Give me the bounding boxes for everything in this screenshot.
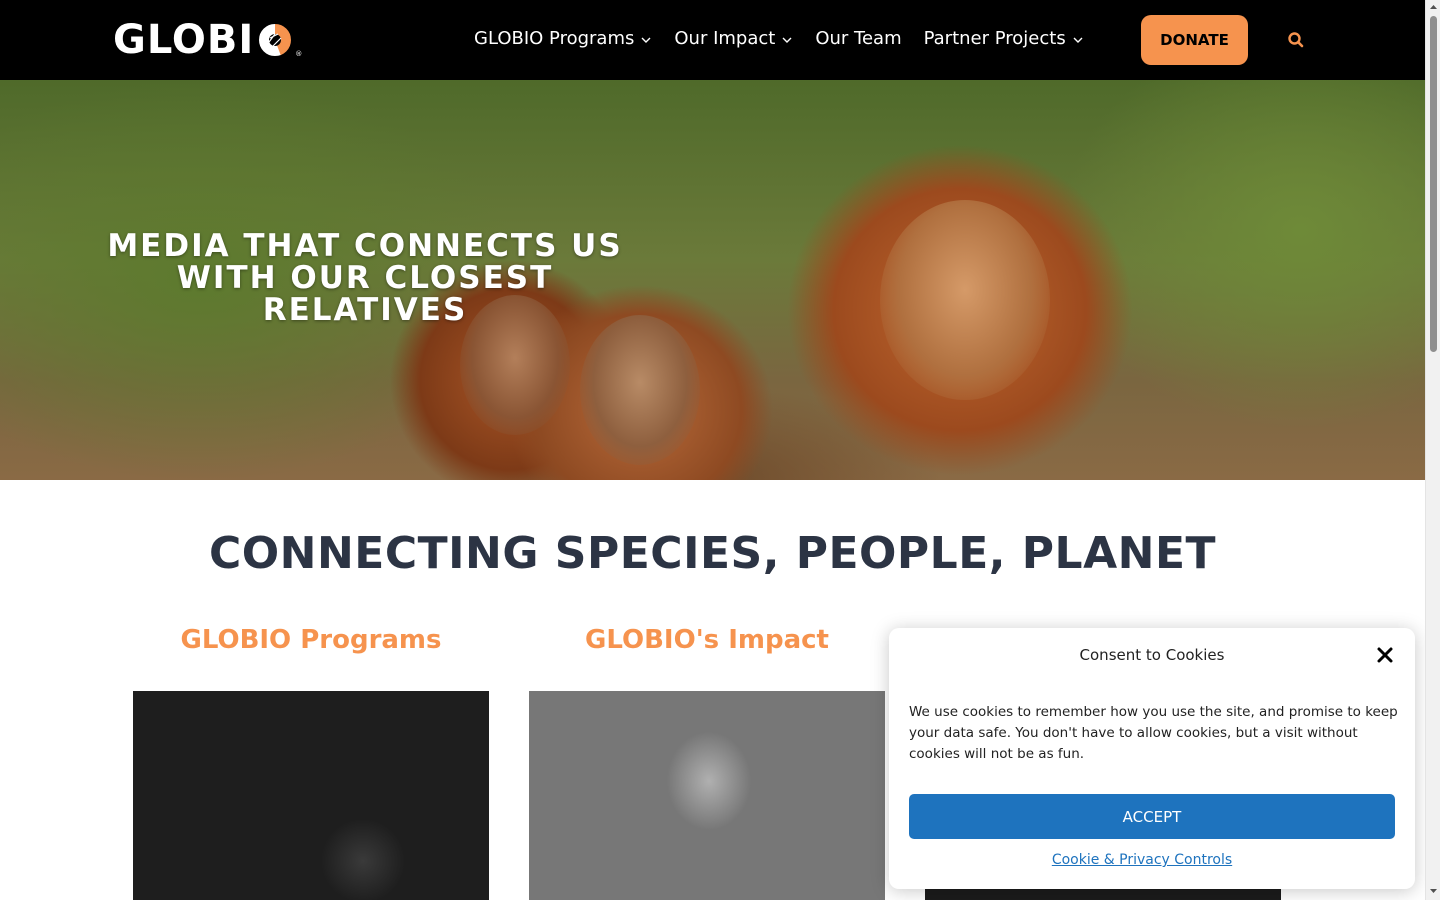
- column-title-programs[interactable]: GLOBIO Programs: [133, 622, 489, 658]
- main-nav: GLOBIO Programs Our Impact Our Team Part…: [474, 28, 1106, 49]
- registered-mark: ®: [295, 50, 303, 58]
- hero-banner: MEDIA THAT CONNECTS US WITH OUR CLOSEST …: [0, 80, 1425, 480]
- nav-label: GLOBIO Programs: [474, 28, 635, 49]
- cookie-message: We use cookies to remember how you use t…: [909, 704, 1398, 762]
- globio-logo[interactable]: GLOBI ®: [113, 18, 302, 62]
- cookie-privacy-controls-link[interactable]: Cookie & Privacy Controls: [889, 852, 1395, 868]
- nav-our-impact[interactable]: Our Impact: [674, 28, 793, 49]
- logo-wordmark: GLOBI: [113, 17, 255, 63]
- aperture-logo-icon: [257, 22, 294, 58]
- orangutan-face-small: [580, 315, 700, 465]
- nav-label: Our Team: [815, 28, 902, 49]
- orangutan-face-large: [880, 200, 1050, 400]
- programs-image[interactable]: [133, 691, 489, 900]
- nav-our-team[interactable]: Our Team: [815, 28, 901, 49]
- chevron-down-icon: [1073, 37, 1083, 43]
- scroll-up-arrow-icon[interactable]: [1429, 3, 1438, 12]
- cookie-title: Consent to Cookies: [1079, 646, 1225, 664]
- chevron-down-icon: [641, 37, 651, 43]
- scrollbar-thumb[interactable]: [1430, 16, 1437, 352]
- site-header: GLOBI ® GLOBIO Programs Our Impact Our T…: [0, 0, 1425, 80]
- donate-button[interactable]: DONATE: [1141, 15, 1248, 65]
- cookie-consent-dialog: Consent to Cookies We use cookies to rem…: [889, 628, 1415, 889]
- impact-image[interactable]: [529, 691, 885, 900]
- nav-globio-programs[interactable]: GLOBIO Programs: [474, 28, 652, 49]
- search-icon[interactable]: [1286, 30, 1306, 50]
- accept-button[interactable]: ACCEPT: [909, 794, 1395, 839]
- nav-partner-projects[interactable]: Partner Projects: [924, 28, 1084, 49]
- section-heading: CONNECTING SPECIES, PEOPLE, PLANET: [208, 528, 1217, 579]
- page-scrollbar[interactable]: [1425, 0, 1440, 900]
- nav-label: Partner Projects: [923, 28, 1066, 49]
- scroll-down-arrow-icon[interactable]: [1429, 886, 1438, 895]
- close-icon[interactable]: [1375, 645, 1395, 665]
- column-title-impact[interactable]: GLOBIO's Impact: [529, 622, 885, 658]
- nav-label: Our Impact: [674, 28, 776, 49]
- chevron-down-icon: [782, 37, 792, 43]
- hero-title: MEDIA THAT CONNECTS US WITH OUR CLOSEST …: [107, 228, 623, 328]
